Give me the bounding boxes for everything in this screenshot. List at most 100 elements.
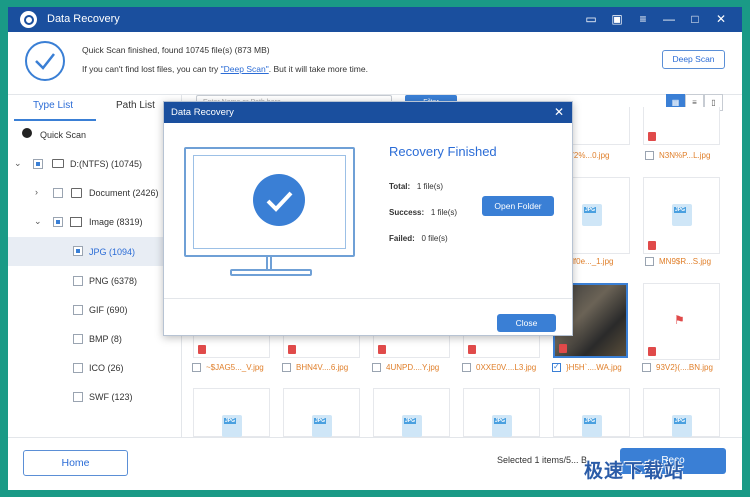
tree-item-label: PNG (6378) — [89, 276, 138, 286]
jpg-file-icon: JPG — [492, 415, 512, 437]
trash-icon — [198, 345, 206, 354]
trash-icon — [559, 344, 567, 353]
tab-type-list[interactable]: Type List — [33, 100, 73, 111]
scan-summary-header: Quick Scan finished, found 10745 file(s)… — [8, 32, 742, 95]
sidebar: Type List Path List Quick Scan ⌄ D:(NTFS… — [8, 95, 182, 437]
image-icon — [70, 217, 82, 227]
chevron-right-icon[interactable]: › — [35, 187, 38, 197]
file-checkbox[interactable] — [552, 362, 561, 372]
file-tile[interactable]: JPG — [643, 388, 720, 437]
file-tile[interactable]: JPG — [643, 177, 720, 254]
folder-icon — [71, 188, 82, 198]
sidebar-tabs: Type List Path List — [8, 95, 182, 121]
chevron-down-icon[interactable]: ⌄ — [14, 158, 22, 169]
file-name: N3N%P...L.jpg — [659, 151, 711, 160]
close-icon[interactable]: ✕ — [714, 12, 728, 26]
active-tab-indicator — [14, 119, 96, 121]
file-checkbox[interactable] — [645, 257, 654, 266]
file-tile[interactable] — [193, 333, 270, 358]
failed-value: 0 file(s) — [421, 234, 448, 243]
checkbox[interactable] — [73, 276, 83, 286]
file-name: 93V2}(....BN.jpg — [656, 363, 713, 372]
monitor-base — [230, 269, 312, 276]
tree-item-ico[interactable]: ICO (26) — [8, 356, 182, 380]
tree-item-swf[interactable]: SWF (123) — [8, 385, 182, 409]
tab-path-list[interactable]: Path List — [116, 100, 155, 111]
checkbox[interactable] — [33, 159, 43, 169]
file-tile[interactable]: JPG — [283, 388, 360, 437]
monitor-stand — [266, 257, 272, 269]
checkbox[interactable] — [73, 334, 83, 344]
trash-icon — [378, 345, 386, 354]
deep-scan-button[interactable]: Deep Scan — [662, 50, 725, 69]
bottom-bar: Home Selected 1 items/5... B Reco 极速下载站 — [8, 437, 742, 490]
app-window: Data Recovery ▭ ▣ ≡ — □ ✕ Quick Scan fin… — [8, 7, 742, 490]
checkbox[interactable] — [73, 363, 83, 373]
watermark: 极速下载站 — [584, 461, 685, 482]
scan-result-text: Quick Scan finished, found 10745 file(s)… — [82, 45, 270, 55]
tree-item-drive[interactable]: ⌄ D:(NTFS) (10745) — [8, 152, 182, 176]
tree-item-document[interactable]: › Document (2426) — [8, 181, 182, 205]
file-checkbox[interactable] — [192, 363, 201, 372]
file-tile[interactable] — [463, 333, 540, 358]
file-tile[interactable] — [643, 107, 720, 145]
file-tile[interactable]: JPG — [463, 388, 540, 437]
scan-complete-icon — [25, 41, 65, 81]
file-tile[interactable] — [373, 333, 450, 358]
save-icon[interactable]: ▣ — [610, 12, 624, 26]
file-checkbox[interactable] — [642, 363, 651, 372]
open-folder-button[interactable]: Open Folder — [482, 196, 554, 216]
home-button[interactable]: Home — [23, 450, 128, 476]
file-checkbox[interactable] — [645, 151, 654, 160]
file-checkbox[interactable] — [462, 363, 471, 372]
chat-icon[interactable]: ▭ — [584, 12, 598, 26]
tree-item-gif[interactable]: GIF (690) — [8, 298, 182, 322]
file-tile[interactable]: JPG — [373, 388, 450, 437]
checkbox[interactable] — [53, 188, 63, 198]
success-label: Success: — [389, 208, 425, 217]
checkbox[interactable] — [73, 305, 83, 315]
chevron-down-icon[interactable]: ⌄ — [34, 216, 42, 227]
file-name: 4UNPD....Y.jpg — [386, 363, 440, 372]
total-label: Total: — [389, 182, 411, 191]
checkmark-icon — [22, 128, 32, 138]
jpg-file-icon: JPG — [312, 415, 332, 437]
failed-label: Failed: — [389, 234, 415, 243]
minimize-icon[interactable]: — — [662, 12, 676, 26]
dialog-title: Data Recovery — [171, 107, 234, 118]
file-tile[interactable] — [283, 333, 360, 358]
tree-item-jpg[interactable]: JPG (1094) — [8, 237, 182, 266]
close-button[interactable]: Close — [497, 314, 556, 332]
file-name: }H5H`....WA.jpg — [566, 363, 622, 372]
recovery-finished-dialog: Data Recovery ✕ Recovery Finished Total:… — [163, 101, 573, 336]
success-check-icon — [253, 174, 305, 226]
total-value: 1 file(s) — [416, 182, 444, 191]
checkbox[interactable] — [73, 392, 83, 402]
tree-item-image[interactable]: ⌄ Image (8319) — [8, 210, 182, 234]
checkbox[interactable] — [73, 246, 83, 256]
jpg-file-icon: JPG — [582, 415, 602, 437]
file-name: 0XXE0V....L3.jpg — [476, 363, 537, 372]
success-value: 1 file(s) — [430, 208, 458, 217]
failed-row: Failed: 0 file(s) — [389, 234, 448, 243]
hint-suffix: . But it will take more time. — [268, 64, 368, 74]
checkbox[interactable] — [53, 217, 63, 227]
jpg-file-icon: JPG — [402, 415, 422, 437]
tree-item-bmp[interactable]: BMP (8) — [8, 327, 182, 351]
file-tile[interactable]: JPG — [553, 388, 630, 437]
menu-icon[interactable]: ≡ — [636, 12, 650, 26]
file-checkbox[interactable] — [282, 363, 291, 372]
trash-icon — [288, 345, 296, 354]
tree-item-label: Document (2426) — [89, 188, 159, 198]
tree-item-label: BMP (8) — [89, 334, 122, 344]
file-checkbox[interactable] — [372, 363, 381, 372]
close-icon[interactable]: ✕ — [554, 105, 564, 119]
deep-scan-link[interactable]: "Deep Scan" — [221, 64, 269, 74]
tree-item-png[interactable]: PNG (6378) — [8, 269, 182, 293]
success-row: Success: 1 file(s) — [389, 208, 457, 217]
file-name: MN9$R...S.jpg — [659, 257, 712, 266]
maximize-icon[interactable]: □ — [688, 12, 702, 26]
file-tile[interactable]: JPG — [193, 388, 270, 437]
sidebar-item-quick-scan[interactable]: Quick Scan — [8, 122, 182, 146]
jpg-file-icon: JPG — [672, 204, 692, 226]
